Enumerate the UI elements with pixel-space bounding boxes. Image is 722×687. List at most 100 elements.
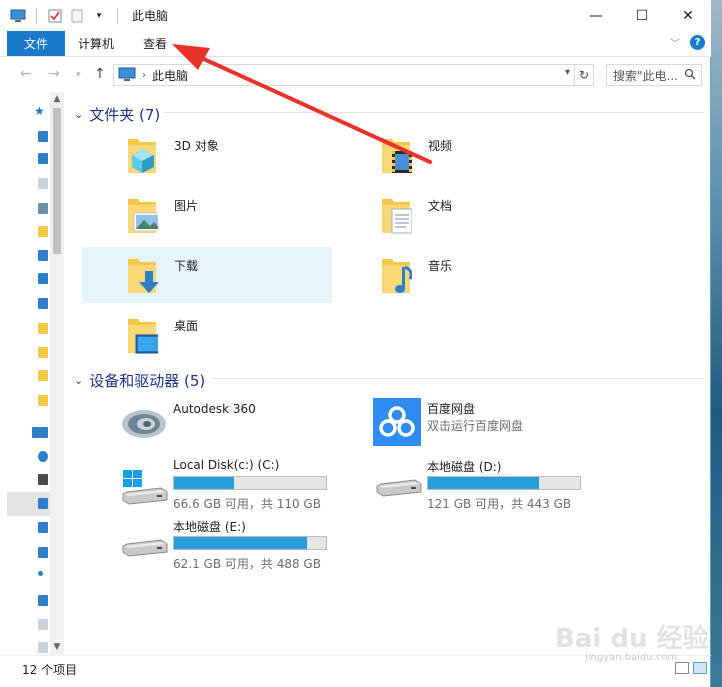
maximize-button[interactable]: ☐: [619, 0, 665, 31]
breadcrumb-this-pc[interactable]: 此电脑: [152, 67, 188, 84]
search-placeholder: 搜索"此电...: [613, 68, 678, 83]
quick-access-star-icon[interactable]: ★: [34, 104, 45, 118]
help-icon[interactable]: ?: [690, 35, 705, 50]
folder-3d-objects[interactable]: 3D 对象: [82, 127, 332, 183]
recent-locations-icon[interactable]: ▾: [76, 70, 81, 80]
device-name: Autodesk 360: [173, 402, 256, 416]
nav-doc-icon[interactable]: [38, 619, 48, 630]
scroll-down-icon[interactable]: ▼: [52, 642, 62, 652]
nav-network-icon[interactable]: [38, 571, 43, 576]
folder-label: 音乐: [428, 259, 453, 273]
scroll-up-icon[interactable]: ▲: [52, 94, 62, 104]
content-pane: ⌄ 文件夹 (7) 3D 对象 视频 图片 文档 下载 音乐 桌面 ⌄ 设备和驱…: [64, 92, 710, 655]
drive-free-space: 121 GB 可用，共 443 GB: [427, 497, 572, 511]
downloads-icon: [128, 259, 158, 293]
new-folder-icon[interactable]: [69, 8, 85, 24]
expand-ribbon-icon[interactable]: ﹀: [670, 35, 680, 50]
drive-icon: [376, 479, 422, 497]
address-row: ← → ▾ ↑ › 此电脑 ▾ ↻ 搜索"此电...: [0, 58, 711, 92]
folder-desktop[interactable]: 桌面: [82, 307, 332, 363]
drive-name: 本地磁盘 (E:): [173, 520, 246, 534]
collapse-chevron-icon[interactable]: ⌄: [74, 108, 83, 121]
folder-label: 视频: [428, 139, 453, 153]
nav-folder-icon[interactable]: [38, 370, 48, 381]
nav-autodesk-icon[interactable]: [38, 474, 48, 485]
nav-this-pc-icon[interactable]: [32, 427, 48, 438]
documents-icon: [382, 199, 412, 234]
forward-arrow-icon[interactable]: →: [48, 66, 60, 82]
breadcrumb-separator-icon[interactable]: ›: [142, 70, 146, 81]
device-autodesk-360[interactable]: Autodesk 360: [119, 402, 379, 458]
folder-pictures[interactable]: 图片: [82, 187, 332, 243]
drive-usage-bar: [173, 536, 327, 550]
drive-free-space: 66.6 GB 可用，共 110 GB: [173, 497, 321, 511]
devices-section-title: 设备和驱动器 (5): [89, 372, 206, 390]
nav-pc-icon[interactable]: [38, 250, 48, 261]
search-input[interactable]: 搜索"此电...: [606, 64, 702, 86]
nav-folder-icon[interactable]: [38, 226, 48, 237]
address-bar[interactable]: › 此电脑 ▾: [113, 64, 575, 86]
section-divider: [164, 112, 704, 113]
nav-documents-icon[interactable]: [38, 178, 48, 189]
drive-icon: [122, 539, 168, 557]
baidu-netdisk-icon: [373, 398, 421, 446]
nav-pc-icon[interactable]: [38, 547, 48, 558]
nav-pc-icon[interactable]: [38, 298, 48, 309]
nav-doc-icon[interactable]: [38, 642, 48, 653]
quick-access-toolbar: ▾: [0, 7, 122, 24]
large-icons-view-icon[interactable]: [693, 662, 707, 674]
nav-downloads-icon[interactable]: [38, 153, 48, 164]
nav-desktop-icon[interactable]: [38, 131, 48, 142]
folder-label: 3D 对象: [174, 139, 219, 153]
nav-pc-icon[interactable]: [38, 273, 48, 284]
nav-folder-icon[interactable]: [38, 347, 48, 358]
folder-downloads[interactable]: 下载: [82, 247, 332, 303]
folder-label: 文档: [428, 199, 453, 213]
refresh-button[interactable]: ↻: [575, 64, 594, 86]
details-view-icon[interactable]: [675, 662, 689, 674]
nav-pc-icon[interactable]: [38, 498, 48, 509]
drive-c[interactable]: Local Disk(c:) (C:) 66.6 GB 可用，共 110 GB: [119, 458, 379, 514]
nav-onedrive-icon[interactable]: [38, 451, 48, 462]
tab-computer[interactable]: 计算机: [78, 31, 114, 56]
close-button[interactable]: ✕: [665, 0, 711, 31]
window-title: 此电脑: [132, 9, 169, 23]
customize-dropdown-icon[interactable]: ▾: [91, 8, 107, 24]
nav-folder-icon[interactable]: [38, 323, 48, 334]
properties-icon[interactable]: [47, 8, 63, 24]
tab-view[interactable]: 查看: [143, 31, 167, 56]
item-count: 12 个项目: [22, 663, 78, 677]
folder-videos[interactable]: 视频: [336, 127, 586, 183]
drive-usage-bar: [173, 476, 327, 490]
nav-pc-icon[interactable]: [38, 522, 48, 533]
ribbon: 文件 计算机 查看 ﹀ ?: [0, 31, 711, 57]
nav-pc-icon[interactable]: [38, 595, 48, 606]
up-arrow-icon[interactable]: ↑: [94, 66, 106, 82]
drive-d[interactable]: 本地磁盘 (D:) 121 GB 可用，共 443 GB: [373, 458, 633, 514]
pictures-icon: [128, 199, 158, 233]
tab-file[interactable]: 文件: [7, 31, 65, 56]
folder-label: 桌面: [174, 319, 199, 333]
nav-folder-icon[interactable]: [38, 395, 48, 406]
device-baidu-netdisk[interactable]: 百度网盘 双击运行百度网盘: [373, 398, 633, 454]
minimize-button[interactable]: —: [573, 0, 619, 31]
address-dropdown-icon[interactable]: ▾: [565, 67, 570, 78]
back-arrow-icon[interactable]: ←: [20, 66, 32, 82]
scrollbar-thumb[interactable]: [53, 108, 61, 254]
collapse-chevron-icon[interactable]: ⌄: [74, 374, 83, 387]
nav-scrollbar[interactable]: ▲ ▼: [50, 92, 64, 655]
folders-section-header[interactable]: ⌄ 文件夹 (7): [74, 104, 160, 125]
devices-section-header[interactable]: ⌄ 设备和驱动器 (5): [74, 370, 205, 391]
navigation-pane: ★ ▲ ▼: [0, 92, 64, 655]
folder-music[interactable]: 音乐: [336, 247, 586, 303]
drive-name: 本地磁盘 (D:): [427, 460, 502, 474]
nav-pictures-icon[interactable]: [38, 203, 48, 214]
desktop-icon: [128, 319, 158, 354]
search-icon: [684, 68, 696, 83]
device-subtitle: 双击运行百度网盘: [427, 419, 524, 433]
folder-documents[interactable]: 文档: [336, 187, 586, 243]
drive-e[interactable]: 本地磁盘 (E:) 62.1 GB 可用，共 488 GB: [119, 518, 379, 574]
folder-label: 图片: [174, 199, 199, 213]
baidu-watermark-url: jingyan.baidu.com: [585, 652, 678, 663]
video-icon: [382, 139, 412, 173]
